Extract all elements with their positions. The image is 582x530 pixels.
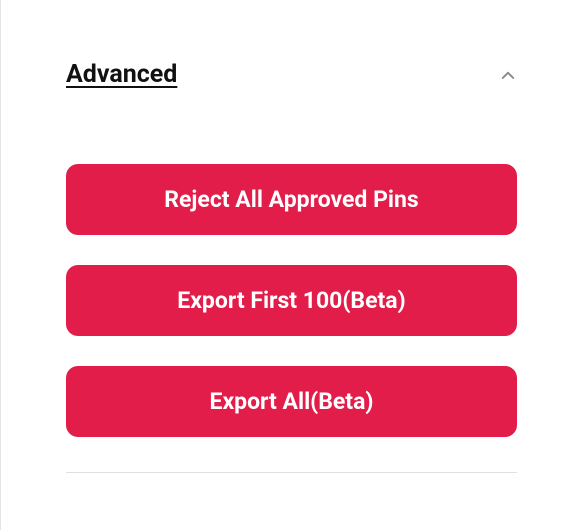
button-group: Reject All Approved Pins Export First 10… [66,164,517,437]
export-all-button[interactable]: Export All(Beta) [66,366,517,437]
export-first-100-button[interactable]: Export First 100(Beta) [66,265,517,336]
reject-all-approved-pins-button[interactable]: Reject All Approved Pins [66,164,517,235]
advanced-section: Advanced Reject All Approved Pins Export… [1,0,582,473]
divider [66,472,517,473]
chevron-up-icon [499,66,517,84]
section-title: Advanced [66,60,177,89]
advanced-panel: Advanced Reject All Approved Pins Export… [0,0,582,530]
advanced-section-header[interactable]: Advanced [66,60,517,89]
